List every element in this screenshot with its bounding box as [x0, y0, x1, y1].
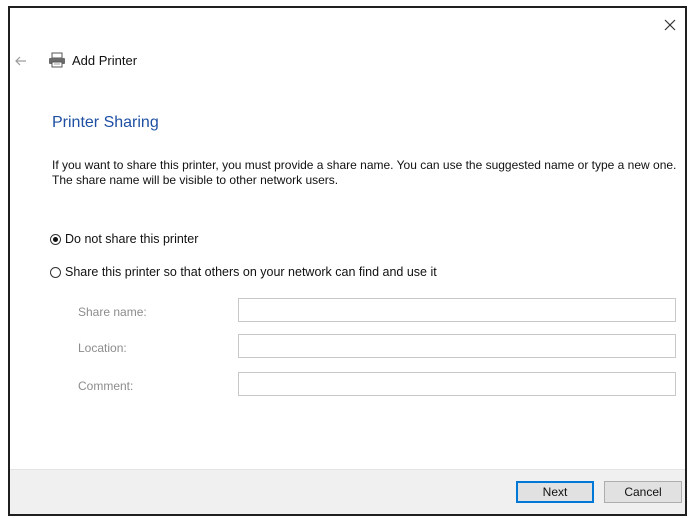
- dialog-title-row: Add Printer: [48, 52, 137, 68]
- share-printer-radio[interactable]: Share this printer so that others on you…: [50, 265, 437, 279]
- back-arrow-icon: [15, 56, 26, 66]
- share-name-label: Share name:: [78, 305, 147, 319]
- do-not-share-label: Do not share this printer: [65, 232, 199, 246]
- close-icon: [664, 19, 676, 31]
- dialog-title: Add Printer: [72, 52, 138, 68]
- page-description: If you want to share this printer, you m…: [52, 158, 677, 187]
- do-not-share-radio[interactable]: Do not share this printer: [50, 232, 198, 246]
- radio-button-selected[interactable]: [50, 233, 61, 245]
- location-input[interactable]: [238, 334, 676, 358]
- dialog-footer: Next Cancel: [10, 469, 685, 514]
- radio-button-unselected[interactable]: [50, 266, 61, 278]
- page-heading: Printer Sharing: [52, 114, 159, 131]
- cancel-button[interactable]: Cancel: [604, 481, 682, 503]
- add-printer-dialog: Add Printer Printer Sharing If you want …: [8, 6, 687, 516]
- close-button[interactable]: [659, 14, 681, 36]
- next-button[interactable]: Next: [516, 481, 594, 503]
- location-label: Location:: [78, 341, 127, 355]
- printer-icon: [49, 52, 65, 68]
- comment-label: Comment:: [78, 379, 134, 393]
- share-name-input[interactable]: [238, 298, 676, 322]
- comment-input[interactable]: [238, 372, 676, 396]
- back-button[interactable]: [10, 50, 32, 72]
- share-printer-label: Share this printer so that others on you…: [65, 265, 437, 279]
